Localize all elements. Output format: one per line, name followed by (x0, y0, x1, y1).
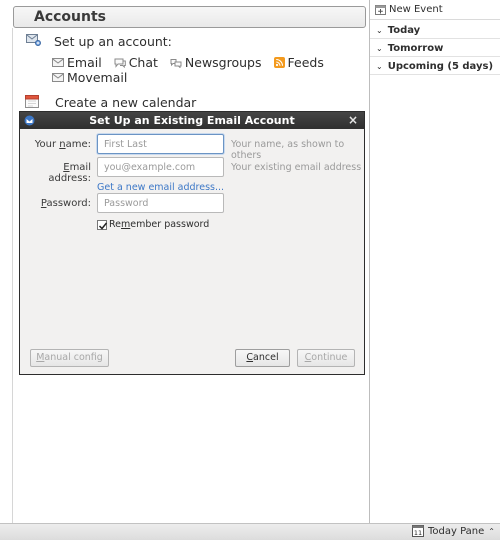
agenda-today-label: Today (387, 24, 421, 36)
chat-bubble-icon (114, 58, 126, 68)
accounts-header: Accounts (13, 6, 366, 28)
chevron-down-icon: ⌄ (376, 61, 383, 71)
setup-feeds-link[interactable]: Feeds (273, 55, 324, 70)
calendar-day-number: 11 (414, 529, 422, 537)
password-label: Password: (20, 198, 91, 209)
setup-email-link[interactable]: Email (52, 55, 102, 70)
chevron-up-icon: ⌃ (488, 526, 495, 536)
setup-feeds-label: Feeds (287, 55, 324, 70)
continue-button[interactable]: Continue (297, 349, 355, 367)
remember-label-post: ember password (130, 219, 210, 230)
today-pane: New Event ⌄ Today ⌄ Tomorrow ⌄ Upcoming … (370, 0, 500, 523)
cancel-button[interactable]: Cancel (235, 349, 290, 367)
new-event-button[interactable]: New Event (370, 0, 500, 20)
pane-border (12, 28, 13, 523)
chevron-down-icon: ⌄ (376, 25, 383, 35)
new-event-label: New Event (389, 4, 443, 15)
envelope-icon (52, 57, 64, 67)
new-event-icon (375, 5, 386, 15)
dialog-title: Set Up an Existing Email Account (89, 114, 295, 127)
setup-chat-link[interactable]: Chat (114, 55, 158, 70)
password-label-post: assword: (46, 198, 92, 209)
setup-movemail-label: Movemail (67, 70, 128, 85)
agenda-upcoming-label: Upcoming (5 days) (387, 60, 494, 72)
chevron-down-icon: ⌄ (376, 43, 383, 53)
setup-email-label: Email (67, 55, 102, 70)
remember-label-accesskey: m (121, 219, 131, 230)
setup-newsgroups-label: Newsgroups (184, 55, 262, 70)
agenda-tomorrow-label: Tomorrow (387, 42, 444, 54)
name-label-post: ame: (65, 139, 91, 150)
email-setup-dialog: Set Up an Existing Email Account × Your … (19, 111, 365, 375)
dialog-titlebar[interactable]: Set Up an Existing Email Account × (20, 112, 364, 129)
thunderbird-icon (24, 115, 35, 126)
newsgroup-icon (170, 58, 182, 68)
remember-password-checkbox[interactable]: Re m ember password (97, 219, 209, 230)
close-icon[interactable]: × (348, 112, 358, 129)
name-hint: Your name, as shown to others (231, 139, 345, 161)
account-setup-icon (26, 34, 41, 46)
password-input[interactable] (97, 193, 224, 213)
manual-config-button[interactable]: Manual config (30, 349, 109, 367)
name-label-pre: Your (34, 139, 60, 150)
rss-feed-icon (273, 57, 285, 68)
remember-label-pre: Re (109, 219, 122, 230)
status-bar: 11 Today Pane ⌃ (0, 523, 500, 540)
account-central-pane: Accounts Set up an account: Email Chat N… (0, 0, 369, 523)
account-type-row-2: Movemail (52, 70, 139, 85)
agenda-today-header[interactable]: ⌄ Today (370, 22, 500, 39)
agenda-tomorrow-header[interactable]: ⌄ Tomorrow (370, 40, 500, 57)
agenda-upcoming-header[interactable]: ⌄ Upcoming (5 days) (370, 58, 500, 75)
calendar-icon (25, 95, 39, 108)
cancel-label-post: ancel (253, 352, 279, 363)
setup-newsgroups-link[interactable]: Newsgroups (170, 55, 262, 70)
name-input[interactable] (97, 134, 224, 154)
envelope-icon (52, 72, 64, 82)
today-pane-label: Today Pane (427, 525, 485, 537)
email-label-post: mail address: (48, 162, 91, 184)
checkbox-checked-icon[interactable] (97, 219, 108, 230)
calendar-day-icon: 11 (411, 525, 424, 537)
continue-label-post: ontinue (311, 352, 348, 363)
create-calendar-link[interactable]: Create a new calendar (55, 95, 196, 110)
name-label: Your name: (20, 139, 91, 150)
email-hint: Your existing email address (231, 162, 362, 173)
manual-label-post: anual config (44, 352, 103, 363)
email-input[interactable] (97, 157, 224, 177)
setup-chat-label: Chat (128, 55, 158, 70)
get-new-email-link[interactable]: Get a new email address... (97, 182, 224, 193)
setup-movemail-link[interactable]: Movemail (52, 70, 127, 85)
setup-account-label: Set up an account: (54, 34, 172, 49)
today-pane-toggle[interactable]: 11 Today Pane ⌃ (411, 525, 495, 537)
email-label: Email address: (20, 162, 91, 184)
account-type-row: Email Chat Newsgroups Feeds (52, 55, 336, 70)
